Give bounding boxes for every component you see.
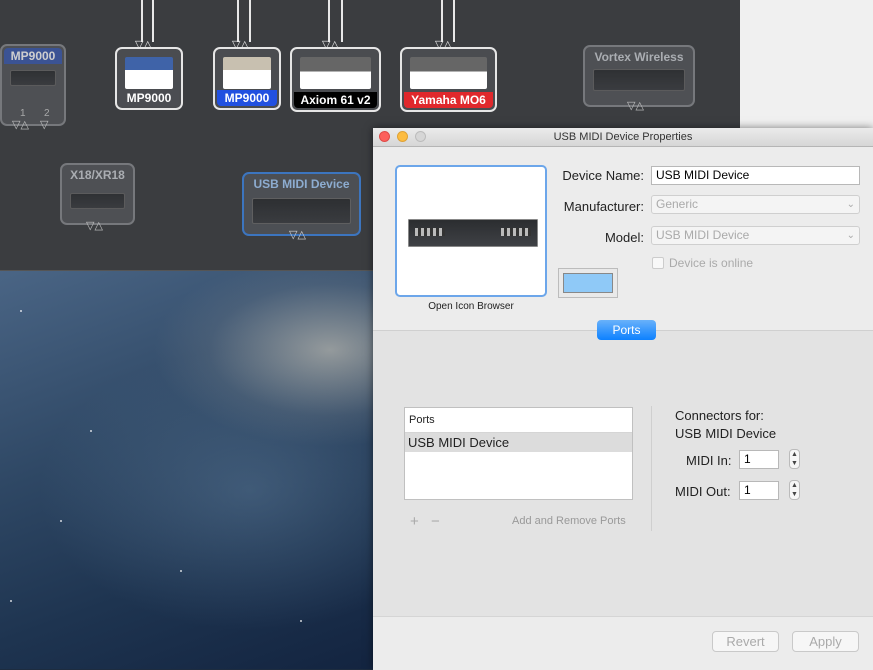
- star: [10, 600, 12, 602]
- device-name-field[interactable]: USB MIDI Device: [651, 166, 860, 185]
- device-online-checkbox[interactable]: [652, 257, 664, 269]
- keyboard-image: [223, 57, 271, 89]
- star: [20, 310, 22, 312]
- midi-cable: [237, 0, 239, 42]
- device-name-label: Device Name:: [562, 168, 644, 183]
- manufacturer-value: Generic: [656, 197, 699, 211]
- device-icon-image: [408, 219, 538, 247]
- device-label: MP9000: [217, 90, 277, 106]
- device-yamaha-mo6[interactable]: Yamaha MO6: [400, 47, 497, 112]
- close-button[interactable]: [379, 131, 390, 142]
- connectors-device-name: USB MIDI Device: [675, 426, 777, 441]
- chevron-down-icon: ⌄: [846, 199, 855, 210]
- port-number: 2: [44, 108, 50, 119]
- revert-button[interactable]: Revert: [712, 631, 779, 652]
- midi-cable: [453, 0, 455, 42]
- color-swatch[interactable]: [558, 268, 618, 298]
- device-image: [593, 69, 685, 91]
- star: [300, 620, 302, 622]
- midi-in-stepper[interactable]: ▲ ▼: [789, 449, 800, 469]
- midi-cable: [141, 0, 143, 42]
- keyboard-image: [300, 57, 371, 89]
- device-label: MP9000: [4, 48, 62, 64]
- device-axiom-61[interactable]: Axiom 61 v2: [290, 47, 381, 112]
- midi-cable: [328, 0, 330, 42]
- device-mp9000-a[interactable]: MP9000 1 2 ▽△ ▽: [0, 44, 66, 131]
- list-item[interactable]: USB MIDI Device: [405, 433, 632, 452]
- model-popup[interactable]: USB MIDI Device ⌄: [651, 226, 860, 245]
- device-image: [70, 193, 125, 209]
- star: [180, 570, 182, 572]
- device-online-label: Device is online: [669, 256, 754, 270]
- properties-window: USB MIDI Device Properties Open Icon Bro…: [373, 128, 873, 670]
- device-mp9000-b[interactable]: MP9000: [115, 47, 183, 110]
- star: [60, 520, 62, 522]
- midi-port-icon[interactable]: ▽△: [12, 120, 29, 131]
- zoom-button[interactable]: [415, 131, 426, 142]
- midi-port-icon[interactable]: ▽△: [86, 221, 103, 232]
- window-title: USB MIDI Device Properties: [553, 131, 693, 143]
- midi-cable: [441, 0, 443, 42]
- add-port-button[interactable]: +: [410, 513, 419, 530]
- apply-button[interactable]: Apply: [792, 631, 859, 652]
- midi-port-icon[interactable]: ▽: [40, 120, 48, 131]
- add-remove-ports-label: Add and Remove Ports: [512, 515, 626, 527]
- model-label: Model:: [604, 230, 644, 245]
- device-label: Yamaha MO6: [404, 92, 493, 108]
- tab-ports[interactable]: Ports: [597, 320, 656, 340]
- device-usb-midi[interactable]: USB MIDI Device ▽△: [242, 172, 361, 241]
- device-image: [10, 70, 56, 86]
- device-label: MP9000: [119, 90, 179, 106]
- window-titlebar[interactable]: USB MIDI Device Properties: [373, 128, 873, 147]
- chevron-down-icon: ⌄: [846, 230, 855, 241]
- minimize-button[interactable]: [397, 131, 408, 142]
- device-label: X18/XR18: [70, 168, 125, 182]
- device-image: [252, 198, 351, 224]
- desktop-background-right: [740, 0, 873, 130]
- manufacturer-popup[interactable]: Generic ⌄: [651, 195, 860, 214]
- midi-out-label: MIDI Out:: [675, 484, 731, 499]
- midi-in-label: MIDI In:: [686, 453, 732, 468]
- device-label: Axiom 61 v2: [294, 92, 377, 108]
- ports-list-header[interactable]: Ports: [405, 408, 632, 433]
- midi-cable: [152, 0, 154, 42]
- device-label: Vortex Wireless: [594, 50, 684, 64]
- midi-cable: [341, 0, 343, 42]
- vertical-divider: [651, 406, 652, 531]
- midi-port-icon[interactable]: ▽△: [627, 101, 644, 112]
- device-label: USB MIDI Device: [253, 177, 350, 191]
- remove-port-button[interactable]: −: [431, 513, 440, 530]
- manufacturer-label: Manufacturer:: [563, 199, 644, 214]
- device-x18-xr18[interactable]: X18/XR18 ▽△: [60, 163, 135, 232]
- color-swatch-fill: [563, 273, 613, 293]
- device-mp9000-c[interactable]: MP9000: [213, 47, 281, 110]
- midi-cable: [249, 0, 251, 42]
- desktop-wallpaper: [0, 270, 373, 669]
- midi-out-field[interactable]: 1: [739, 481, 779, 500]
- ports-list[interactable]: Ports USB MIDI Device: [404, 407, 633, 500]
- icon-browser-caption[interactable]: Open Icon Browser: [395, 301, 547, 312]
- midi-out-stepper[interactable]: ▲ ▼: [789, 480, 800, 500]
- device-vortex-wireless[interactable]: Vortex Wireless ▽△: [583, 45, 695, 112]
- port-number: 1: [20, 108, 26, 119]
- connectors-title: Connectors for:: [675, 408, 764, 423]
- midi-port-icon[interactable]: ▽△: [289, 230, 306, 241]
- midi-in-field[interactable]: 1: [739, 450, 779, 469]
- model-value: USB MIDI Device: [656, 228, 750, 242]
- window-footer: Revert Apply: [373, 616, 873, 670]
- star: [90, 430, 92, 432]
- keyboard-image: [125, 57, 173, 89]
- device-icon-well[interactable]: [395, 165, 547, 297]
- keyboard-image: [410, 57, 487, 89]
